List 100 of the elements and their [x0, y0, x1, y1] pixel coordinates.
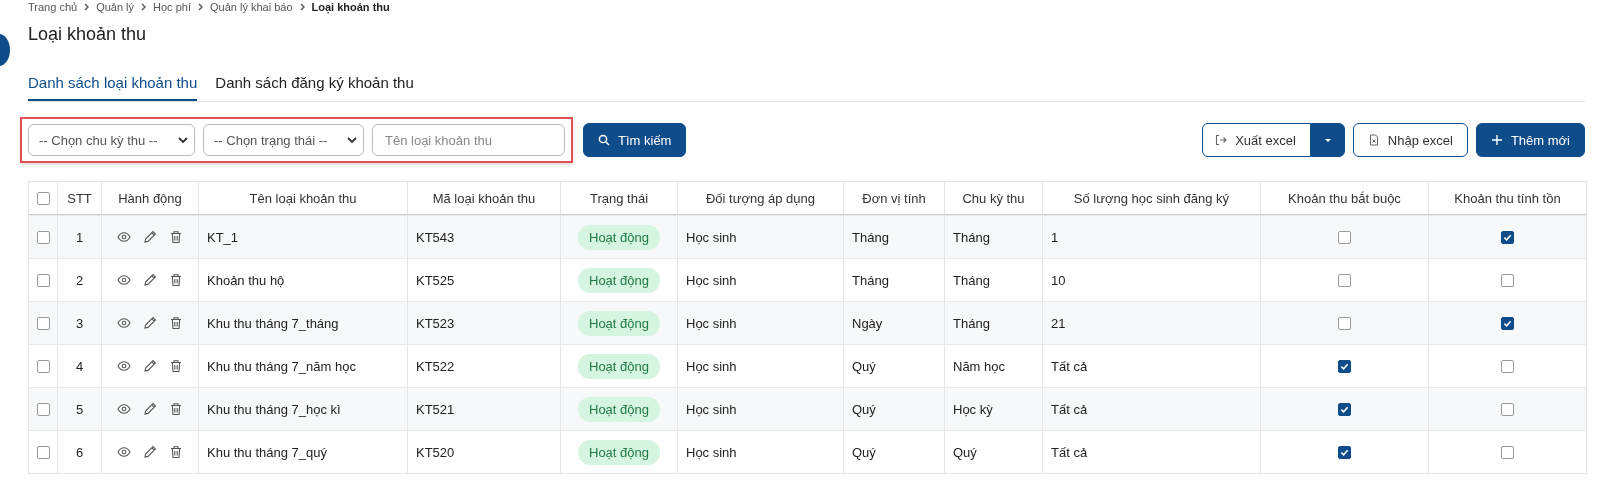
add-button[interactable]: Thêm mới [1475, 123, 1585, 157]
tab[interactable]: Danh sách loại khoản thu [28, 68, 198, 101]
checkbox[interactable] [36, 402, 50, 416]
table-cell: Quý [852, 401, 876, 417]
status-badge: Hoạt động [578, 396, 660, 422]
pencil-icon[interactable] [143, 230, 157, 244]
column-header: Khoản thu tính tồn [1454, 190, 1561, 206]
table-cell: 6 [75, 444, 84, 460]
table-cell: 5 [75, 401, 84, 417]
search-icon [598, 134, 610, 146]
breadcrumb-item[interactable]: Học phí [153, 1, 191, 13]
table-cell: Khu thu tháng 7_quý [207, 444, 327, 460]
table-cell: KT521 [416, 401, 455, 417]
search-button[interactable]: Tìm kiếm [583, 123, 687, 157]
pencil-icon[interactable] [143, 316, 157, 330]
import-button[interactable]: Nhập excel [1352, 123, 1468, 157]
breadcrumb-item[interactable]: Quản lý [96, 1, 135, 13]
checkbox[interactable] [36, 316, 50, 330]
table-cell: Học kỳ [953, 401, 993, 417]
table-cell: Học sinh [686, 401, 737, 417]
eye-icon[interactable] [117, 445, 131, 459]
trash-icon[interactable] [169, 230, 183, 244]
eye-icon[interactable] [117, 402, 131, 416]
table-cell: KT520 [416, 444, 455, 460]
checkbox[interactable] [36, 359, 50, 373]
table-cell: Năm học [953, 358, 1006, 374]
column-header: Khoản thu bắt buộc [1288, 190, 1401, 206]
table-cell: 4 [75, 358, 84, 374]
table-cell: Học sinh [686, 229, 737, 245]
table-cell: Tất cả [1051, 401, 1088, 417]
table-cell: Tháng [953, 229, 990, 245]
trash-icon[interactable] [169, 359, 183, 373]
table-cell: Học sinh [686, 358, 737, 374]
table-cell: Quý [852, 358, 876, 374]
chevron-icon [347, 136, 357, 144]
table-cell: Tháng [852, 229, 889, 245]
pencil-icon[interactable] [143, 359, 157, 373]
table-cell: Ngày [852, 315, 883, 331]
tab[interactable]: Danh sách đăng ký khoản thu [215, 68, 414, 101]
table-cell: Khu thu tháng 7_tháng [207, 315, 339, 331]
column-header: Hành động [118, 190, 182, 206]
table-cell: Học sinh [686, 315, 737, 331]
checkbox[interactable] [1501, 445, 1514, 459]
name-field[interactable]: Tên loại khoản thu [372, 124, 565, 156]
trash-icon[interactable] [169, 273, 183, 287]
checkbox[interactable] [36, 230, 50, 244]
checkbox[interactable] [1501, 316, 1514, 330]
table-cell: Học sinh [686, 444, 737, 460]
checkbox[interactable] [1501, 359, 1514, 373]
table-cell: Tất cả [1051, 358, 1088, 374]
checkbox[interactable] [1338, 273, 1351, 287]
checkbox[interactable] [36, 273, 50, 287]
table-cell: Tháng [953, 315, 990, 331]
checkbox[interactable] [1501, 402, 1514, 416]
column-header: Tên loại khoản thu [249, 190, 357, 206]
table-cell: KT_1 [207, 229, 239, 245]
eye-icon[interactable] [117, 273, 131, 287]
pencil-icon[interactable] [143, 402, 157, 416]
table-cell: Tất cả [1051, 444, 1088, 460]
checkbox[interactable] [1338, 402, 1351, 416]
table-cell: 2 [75, 272, 84, 288]
checkbox[interactable] [36, 191, 50, 205]
export-button[interactable]: Xuất excel [1202, 123, 1311, 157]
dropdown-toggle-button[interactable] [1310, 123, 1345, 157]
checkbox[interactable] [1338, 359, 1351, 373]
column-header: Chu kỳ thu [962, 190, 1025, 206]
cycle-select[interactable]: -- Chọn chu kỳ thu -- [28, 124, 195, 156]
column-header: Đơn vị tính [862, 190, 926, 206]
eye-icon[interactable] [117, 230, 131, 244]
table-cell: Khu thu tháng 7_học kì [207, 401, 341, 417]
checkbox[interactable] [36, 445, 50, 459]
trash-icon[interactable] [169, 445, 183, 459]
table-cell: KT543 [416, 229, 455, 245]
chevron-right-icon [140, 3, 148, 11]
eye-icon[interactable] [117, 359, 131, 373]
status-badge: Hoạt động [578, 353, 660, 379]
table-cell: 10 [1051, 272, 1066, 288]
eye-icon[interactable] [117, 316, 131, 330]
checkbox[interactable] [1501, 273, 1514, 287]
table-cell: 1 [75, 229, 84, 245]
checkbox[interactable] [1501, 230, 1514, 244]
checkbox[interactable] [1338, 230, 1351, 244]
breadcrumb-item[interactable]: Trang chủ [28, 1, 78, 13]
table-cell: Quý [852, 444, 876, 460]
pencil-icon[interactable] [143, 445, 157, 459]
breadcrumb-item: Loại khoản thu [311, 1, 390, 13]
checkbox[interactable] [1338, 316, 1351, 330]
trash-icon[interactable] [169, 316, 183, 330]
pencil-icon[interactable] [143, 273, 157, 287]
column-header: Mã loại khoản thu [432, 190, 536, 206]
chevron-icon [178, 136, 188, 144]
breadcrumb-item[interactable]: Quản lý khai báo [209, 1, 293, 13]
table-cell: KT522 [416, 358, 455, 374]
trash-icon[interactable] [169, 402, 183, 416]
status-select[interactable]: -- Chọn trạng thái -- [203, 124, 364, 156]
column-header: Số lượng học sinh đăng ký [1073, 190, 1230, 206]
table-cell: KT525 [416, 272, 455, 288]
chevron-right-icon [298, 3, 306, 11]
table-cell: KT523 [416, 315, 455, 331]
checkbox[interactable] [1338, 445, 1351, 459]
